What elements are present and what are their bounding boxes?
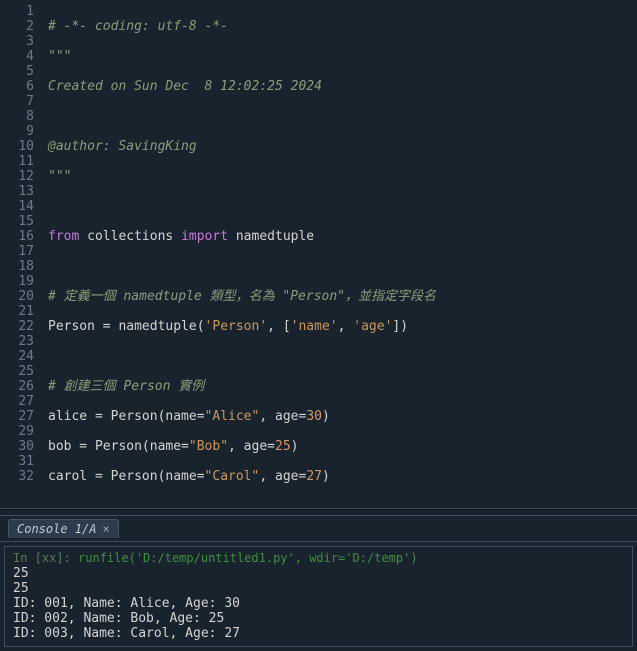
console-output[interactable]: In [xx]: runfile('D:/temp/untitled1.py',… [4,546,633,647]
code-text: ) [322,469,330,484]
console-tab-label: Console 1/A [17,522,96,536]
console-command: runfile('D:/temp/untitled1.py', wdir='D:… [71,551,418,565]
code-line: # -*- coding: utf-8 -*- [48,19,228,34]
comment: # 創建三個 Person 實例 [48,379,204,394]
string: "Carol" [205,469,260,484]
number: 30 [306,409,322,424]
string: "Alice" [205,409,260,424]
string: 'Person' [205,319,268,334]
code-line: """ [48,169,71,184]
close-icon[interactable]: × [102,522,109,536]
code-content[interactable]: # -*- coding: utf-8 -*- """ Created on S… [44,0,637,508]
keyword: from [48,229,79,244]
console-tab[interactable]: Console 1/A × [8,519,119,538]
code-text: Person = namedtuple( [48,319,205,334]
code-text: ]) [392,319,408,334]
number: 27 [306,469,322,484]
string: 'name' [291,319,338,334]
code-editor[interactable]: 1 2 3 4 5 6 7 8 9 10 11 12 13 14 15 16 1… [0,0,637,509]
comment: # 定義一個 namedtuple 類型，名為 "Person"，並指定字段名 [48,289,436,304]
console-prompt: In [xx]: [13,551,71,565]
code-text: , age= [259,409,306,424]
code-text: , age= [259,469,306,484]
code-text: ) [291,439,299,454]
code-text: , [338,319,354,334]
module: collections [87,229,173,244]
code-text: bob = Person(name= [48,439,189,454]
code-text: , [ [267,319,290,334]
number: 25 [275,439,291,454]
code-text: carol = Person(name= [48,469,205,484]
string: 'age' [353,319,392,334]
line-number-gutter: 1 2 3 4 5 6 7 8 9 10 11 12 13 14 15 16 1… [0,0,44,508]
code-text: ) [322,409,330,424]
code-text: , age= [228,439,275,454]
code-line: """ [48,49,71,64]
code-line: @author: SavingKing [48,139,197,154]
keyword: import [181,229,228,244]
console-tabbar: Console 1/A × [0,516,637,542]
string: "Bob" [189,439,228,454]
console-stdout: 25 25 ID: 001, Name: Alice, Age: 30 ID: … [13,566,240,641]
identifier: namedtuple [236,229,314,244]
code-text: alice = Person(name= [48,409,205,424]
console-pane: Console 1/A × In [xx]: runfile('D:/temp/… [0,515,637,651]
code-line: Created on Sun Dec 8 12:02:25 2024 [48,79,322,94]
